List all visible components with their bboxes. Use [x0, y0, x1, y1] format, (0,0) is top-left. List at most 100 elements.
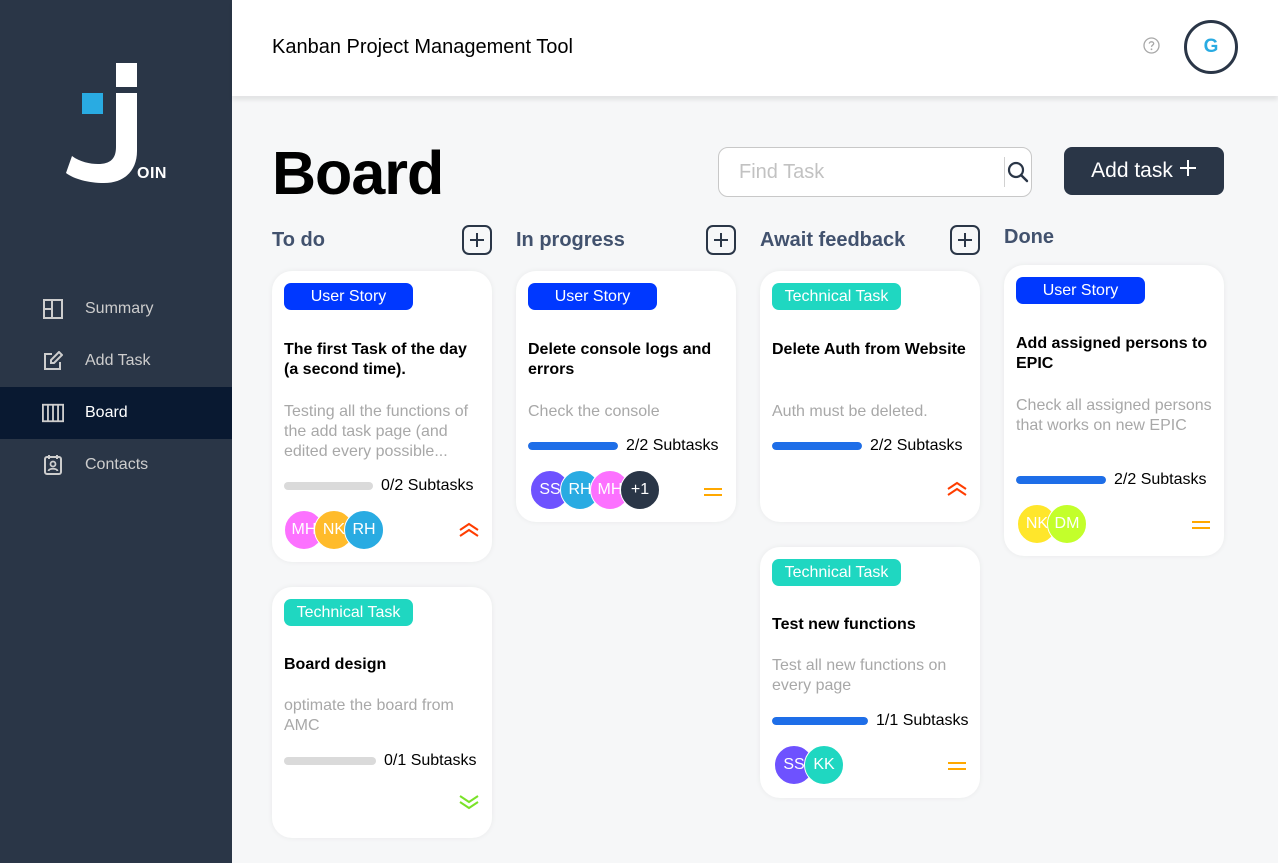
help-icon[interactable] [1143, 37, 1160, 54]
plus-icon [958, 233, 972, 247]
task-card[interactable]: Technical Task Test new functions Test a… [760, 547, 980, 798]
category-badge: Technical Task [772, 559, 901, 586]
priority-urgent-icon [947, 481, 967, 496]
task-title: Delete Auth from Website [772, 341, 966, 358]
top-header: Kanban Project Management Tool G [232, 0, 1278, 96]
task-card[interactable]: Technical Task Delete Auth from Website … [760, 271, 980, 522]
task-description: Test all new functions on every page [772, 657, 947, 694]
sidebar-item-label: Summary [85, 300, 154, 317]
add-task-button[interactable]: Add task [1064, 147, 1224, 195]
column-title: To do [272, 228, 325, 251]
add-to-column-button[interactable] [462, 225, 492, 255]
task-description: Testing all the functions of the add tas… [284, 403, 469, 460]
priority-low-icon [459, 795, 479, 810]
task-title: The first Task of the day (a second time… [284, 341, 467, 378]
plus-icon [470, 233, 484, 247]
board-icon [42, 402, 64, 424]
subtask-count: 2/2 Subtasks [1114, 471, 1207, 488]
assignee-list: SS RH MH +1 [530, 470, 660, 510]
sidebar-nav: Summary Add Task Board Contacts [0, 283, 232, 491]
sidebar-item-summary[interactable]: Summary [0, 283, 232, 335]
avatar-overflow: +1 [620, 470, 660, 510]
task-description: Check all assigned persons that works on… [1016, 397, 1212, 434]
add-task-label: Add task [1091, 159, 1173, 182]
task-description: optimate the board from AMC [284, 697, 454, 734]
task-description: Auth must be deleted. [772, 403, 928, 420]
assignee-list: SS KK [774, 745, 844, 785]
task-card[interactable]: User Story Add assigned persons to EPIC … [1004, 265, 1224, 556]
progress-bar [772, 442, 862, 450]
priority-medium-icon [1192, 521, 1210, 529]
subtask-count: 2/2 Subtasks [626, 437, 719, 454]
subtask-count: 0/1 Subtasks [384, 752, 477, 769]
progress-bar [772, 717, 868, 725]
add-to-column-button[interactable] [706, 225, 736, 255]
category-badge: User Story [284, 283, 413, 310]
task-title: Delete console logs and errors [528, 341, 712, 378]
avatar: RH [344, 510, 384, 550]
sidebar-item-label: Board [85, 404, 128, 421]
subtask-count: 0/2 Subtasks [381, 477, 474, 494]
category-badge: Technical Task [284, 599, 413, 626]
task-title: Board design [284, 656, 387, 673]
sidebar: OIN Summary Add Task Board Contacts [0, 0, 232, 863]
progress-fill [1016, 476, 1106, 484]
sidebar-item-board[interactable]: Board [0, 387, 232, 439]
progress-fill [772, 717, 868, 725]
summary-icon [42, 298, 64, 320]
progress-fill [772, 442, 862, 450]
task-title: Add assigned persons to EPIC [1016, 335, 1208, 372]
sidebar-item-label: Add Task [85, 352, 151, 369]
avatar: KK [804, 745, 844, 785]
progress-bar [284, 482, 373, 490]
subtask-count: 1/1 Subtasks [876, 712, 969, 729]
page-title: Board [272, 139, 444, 207]
user-avatar[interactable]: G [1184, 20, 1238, 74]
search-input[interactable] [719, 148, 1004, 196]
progress-bar [528, 442, 618, 450]
progress-bar [1016, 476, 1106, 484]
subtask-progress: 2/2 Subtasks [528, 437, 719, 455]
sidebar-item-add-task[interactable]: Add Task [0, 335, 232, 387]
priority-medium-icon [948, 762, 966, 770]
assignee-list: NK DM [1017, 504, 1087, 544]
assignee-list: MH NK RH [284, 510, 384, 550]
subtask-progress: 0/2 Subtasks [284, 477, 474, 495]
priority-medium-icon [704, 488, 722, 496]
column-header-await-feedback: Await feedback [760, 225, 980, 255]
task-description: Check the console [528, 403, 660, 420]
avatar: DM [1047, 504, 1087, 544]
column-header-in-progress: In progress [516, 225, 736, 255]
search-icon[interactable] [1005, 148, 1031, 196]
progress-bar [284, 757, 376, 765]
task-title: Test new functions [772, 616, 916, 633]
task-card[interactable]: User Story Delete console logs and error… [516, 271, 736, 522]
subtask-progress: 2/2 Subtasks [772, 437, 963, 455]
search-box [718, 147, 1032, 197]
subtask-progress: 2/2 Subtasks [1016, 471, 1207, 489]
priority-urgent-icon [459, 522, 479, 537]
logo-text: OIN [137, 165, 167, 182]
plus-icon [1179, 159, 1197, 183]
contacts-icon [42, 454, 64, 476]
subtask-progress: 1/1 Subtasks [772, 712, 969, 730]
column-title: Await feedback [760, 228, 906, 251]
app-title: Kanban Project Management Tool [272, 36, 573, 58]
category-badge: User Story [1016, 277, 1145, 304]
progress-fill [528, 442, 618, 450]
column-header-todo: To do [272, 225, 492, 255]
column-header-done: Done [1004, 222, 1224, 252]
subtask-count: 2/2 Subtasks [870, 437, 963, 454]
column-title: In progress [516, 228, 625, 251]
task-card[interactable]: User Story The first Task of the day (a … [272, 271, 492, 562]
category-badge: Technical Task [772, 283, 901, 310]
subtask-progress: 0/1 Subtasks [284, 752, 477, 770]
task-card[interactable]: Technical Task Board design optimate the… [272, 587, 492, 838]
category-badge: User Story [528, 283, 657, 310]
sidebar-item-contacts[interactable]: Contacts [0, 439, 232, 491]
add-to-column-button[interactable] [950, 225, 980, 255]
sidebar-item-label: Contacts [85, 456, 149, 473]
add-task-icon [42, 350, 64, 372]
plus-icon [714, 233, 728, 247]
column-title: Done [1004, 225, 1054, 248]
